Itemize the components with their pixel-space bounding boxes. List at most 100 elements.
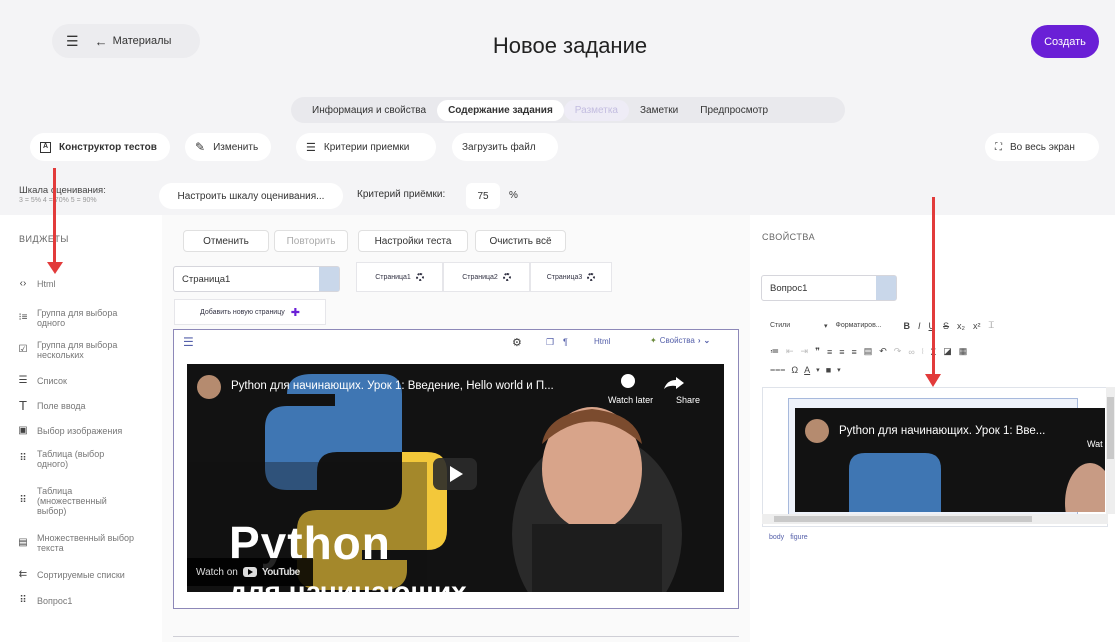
align-right-icon[interactable]: ≡	[851, 347, 856, 357]
text-select-icon: ▤	[18, 537, 28, 548]
widget-checkbox-group[interactable]: ☑ Группа для выбора нескольких	[17, 340, 157, 360]
redo-icon[interactable]: ↷	[894, 346, 902, 357]
page-select[interactable]: Страница1	[173, 266, 340, 292]
widget-sortable[interactable]: ⇇ Сортируемые списки	[17, 570, 157, 581]
subscript-icon[interactable]: x₂	[957, 321, 965, 331]
clear-format-icon[interactable]: Ꮖ	[989, 320, 995, 331]
scale-label: Шкала оценивания:	[19, 185, 106, 196]
styles-dropdown[interactable]: Стили	[770, 322, 816, 329]
settings-gear-icon[interactable]: ⚙	[512, 336, 522, 349]
format-icon[interactable]: ¶	[563, 337, 568, 347]
image-insert-icon[interactable]: ◪	[943, 346, 952, 357]
table-insert-icon[interactable]: ▦	[959, 346, 968, 357]
italic-icon[interactable]: I	[918, 321, 921, 331]
gear-icon[interactable]	[587, 273, 596, 281]
path-body[interactable]: body	[769, 534, 784, 541]
watch-on-youtube[interactable]: Watch on YouTube	[187, 558, 313, 586]
rte-toolbar-row-3: ⩶ Ω A ▾ ■ ▾	[770, 364, 841, 375]
edit-button[interactable]: ✎ Изменить	[185, 133, 271, 161]
copy-icon[interactable]: ❐	[546, 337, 554, 348]
special-char-icon[interactable]: Ω	[791, 365, 798, 375]
gear-icon[interactable]	[502, 273, 511, 281]
widget-text-multi-select[interactable]: ▤ Множественный выбор текста	[17, 533, 157, 553]
blockquote-icon[interactable]: ❞	[815, 346, 820, 357]
outdent-icon[interactable]: ⇤	[786, 346, 794, 357]
tab-content[interactable]: Содержание задания	[437, 99, 564, 121]
widget-list[interactable]: ☰ Список	[17, 376, 157, 387]
page-tab-2[interactable]: Страница2	[443, 262, 530, 292]
question-select[interactable]: Вопрос1	[761, 275, 897, 301]
horizontal-scrollbar[interactable]	[762, 514, 1108, 524]
chevron-down-icon: ▾	[824, 322, 828, 330]
page-tab-3[interactable]: Страница3	[530, 262, 612, 292]
strikethrough-icon[interactable]: S	[943, 321, 949, 331]
unlink-icon[interactable]: ⧘	[922, 346, 924, 357]
video-title[interactable]: Python для начинающих. Урок 1: Введение,…	[231, 380, 611, 392]
widget-question1[interactable]: ⠿ Вопрос1	[17, 596, 157, 607]
fullscreen-button[interactable]: ⛶ Во весь экран	[985, 133, 1099, 161]
test-builder-button[interactable]: A Конструктор тестов	[30, 133, 170, 161]
rte-toolbar-row-2: ≔ ⇤ ⇥ ❞ ≡ ≡ ≡ ▤ ↶ ↷ ∞ ⧘ Σ ◪ ▦	[770, 346, 1110, 357]
widget-label: Выбор изображения	[37, 426, 123, 436]
upload-file-button[interactable]: Загрузить файл	[452, 133, 558, 161]
watch-later-button[interactable]: Watch later	[608, 395, 653, 405]
bold-icon[interactable]: B	[904, 321, 911, 331]
video-thumbnail-preview	[795, 408, 1105, 512]
youtube-embed[interactable]: Python для начинающих. Урок 1: Введение,…	[187, 364, 724, 592]
widget-html[interactable]: ‹› Html	[17, 279, 157, 290]
text-color-icon[interactable]: A	[804, 365, 810, 375]
numbered-list-icon[interactable]: ≔	[770, 346, 779, 357]
properties-toggle[interactable]: ✦ Свойства › ⌄	[650, 336, 710, 345]
undo-icon[interactable]: ↶	[879, 346, 887, 357]
html-label[interactable]: Html	[594, 337, 610, 346]
scrollbar-thumb[interactable]	[1107, 397, 1114, 459]
format-dropdown[interactable]: Форматиров...	[836, 322, 896, 329]
gear-icon[interactable]	[415, 273, 424, 281]
tab-preview[interactable]: Предпросмотр	[689, 100, 779, 121]
widget-text-input[interactable]: T Поле ввода	[17, 399, 157, 412]
widget-table-single[interactable]: ⠿ Таблица (выбор одного)	[17, 449, 157, 469]
link-icon[interactable]: ∞	[908, 347, 914, 357]
page-tab-1[interactable]: Страница1	[356, 262, 443, 292]
create-button[interactable]: Создать	[1031, 25, 1099, 58]
indent-icon[interactable]: ⇥	[801, 346, 809, 357]
widget-label: Множественный выбор текста	[37, 533, 135, 553]
annotation-arrowhead-right	[925, 374, 941, 387]
path-figure[interactable]: figure	[790, 534, 808, 541]
superscript-icon[interactable]: x²	[973, 321, 981, 331]
align-left-icon[interactable]: ≡	[827, 347, 832, 357]
edit-label: Изменить	[213, 141, 259, 153]
configure-scale-button[interactable]: Настроить шкалу оценивания...	[159, 183, 343, 209]
redo-button[interactable]: Повторить	[274, 230, 348, 252]
widget-radio-group[interactable]: ⁝≡ Группа для выбора одного	[17, 308, 157, 328]
vertical-scrollbar[interactable]	[1106, 387, 1115, 514]
percent-sign: %	[509, 190, 518, 201]
chevron-down-icon	[319, 267, 339, 291]
tab-info[interactable]: Информация и свойства	[301, 100, 437, 121]
test-settings-button[interactable]: Настройки теста	[358, 230, 468, 252]
scrollbar-thumb[interactable]	[774, 516, 1032, 522]
share-button[interactable]: Share	[676, 395, 700, 405]
add-page-button[interactable]: Добавить новую страницу ✚	[174, 299, 326, 325]
justify-icon[interactable]: ▤	[864, 346, 873, 357]
builder-label: Конструктор тестов	[59, 141, 157, 153]
clear-all-button[interactable]: Очистить всё	[475, 230, 566, 252]
cancel-button[interactable]: Отменить	[183, 230, 269, 252]
preview-video-title[interactable]: Python для начинающих. Урок 1: Вве...	[839, 425, 1079, 437]
criteria-button[interactable]: ☰ Критерии приемки	[296, 133, 436, 161]
preview-watch-later[interactable]: Wat	[1087, 439, 1103, 449]
tab-markup[interactable]: Разметка	[563, 99, 629, 121]
youtube-embed-preview[interactable]: Python для начинающих. Урок 1: Вве... Wa…	[795, 408, 1105, 512]
bg-color-icon[interactable]: ■	[826, 365, 831, 375]
widget-table-multi[interactable]: ⠿ Таблица (множественный выбор)	[17, 486, 157, 516]
widget-image-select[interactable]: ▣ Выбор изображения	[17, 426, 157, 437]
page-tab-label: Страница2	[462, 273, 498, 281]
align-center-icon[interactable]: ≡	[839, 347, 844, 357]
horizontal-line-icon[interactable]: ⩶	[770, 364, 785, 375]
widget-label: Группа для выбора нескольких	[37, 340, 118, 360]
hamburger-icon[interactable]: ☰	[183, 335, 194, 349]
page-select-value: Страница1	[182, 273, 231, 285]
tab-notes[interactable]: Заметки	[629, 100, 689, 121]
page-tab-label: Страница3	[546, 273, 583, 281]
criterion-input[interactable]: 75	[466, 183, 500, 209]
